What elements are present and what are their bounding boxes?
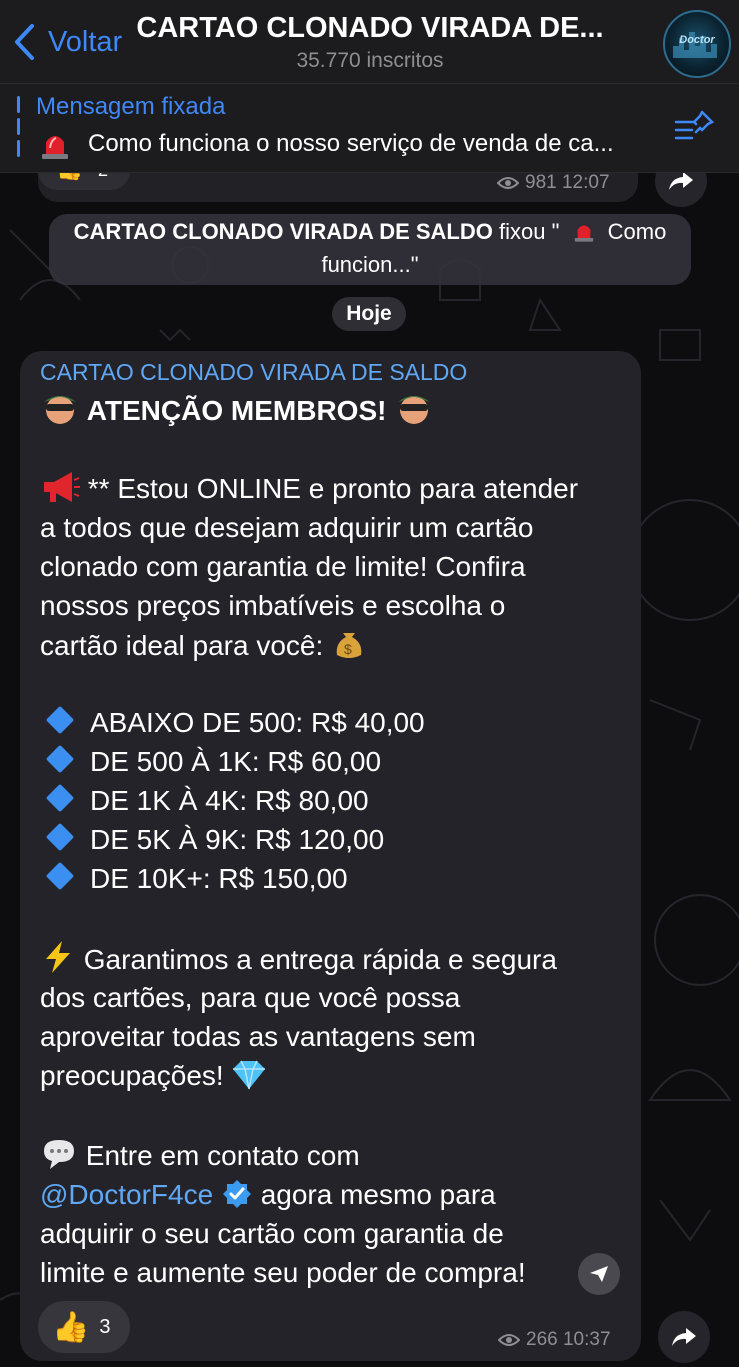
svg-text:$: $	[344, 641, 352, 657]
avatar-text: Doctor	[679, 34, 715, 46]
chat-header: Voltar CARTAO CLONADO VIRADA DE... 35.77…	[0, 0, 739, 84]
price-row: ABAIXO DE 500: R$ 40,00	[40, 703, 425, 742]
pinned-label: Mensagem fixada	[36, 93, 226, 120]
blue-diamond-icon	[45, 744, 75, 774]
channel-title-area[interactable]: CARTAO CLONADO VIRADA DE... 35.770 inscr…	[130, 12, 610, 73]
blue-diamond-icon	[45, 783, 75, 813]
price-row: DE 1K À 4K: R$ 80,00	[40, 781, 369, 820]
message-heading: ATENÇÃO MEMBROS!	[86, 395, 387, 426]
message-sender[interactable]: CARTAO CLONADO VIRADA DE SALDO	[40, 359, 467, 386]
price-text: DE 10K+: R$ 150,00	[90, 863, 348, 894]
message-meta: 266 10:37	[498, 1329, 611, 1351]
previous-views: 981	[525, 172, 557, 193]
price-text: DE 1K À 4K: R$ 80,00	[90, 785, 369, 816]
message-views: 266	[526, 1329, 558, 1350]
previous-message-meta: 981 12:07	[497, 172, 610, 194]
pinned-preview: Como funciona o nosso serviço de venda d…	[38, 128, 688, 160]
pin-service-message: CARTAO CLONADO VIRADA DE SALDO fixou " C…	[49, 214, 691, 285]
delivery-line-4: preocupações!	[40, 1056, 267, 1101]
back-button[interactable]: Voltar	[12, 22, 122, 62]
service-action: fixou "	[499, 219, 560, 244]
intro-text-5: cartão ideal para você:	[40, 630, 324, 661]
intro-line-2: a todos que desejam adquirir um cartão	[40, 512, 534, 543]
intro-text-1: ** Estou ONLINE e pronto para atender	[87, 473, 579, 504]
thumbs-up-icon: 👍	[52, 1310, 90, 1344]
contact-line-4: limite e aumente seu poder de compra!	[40, 1257, 526, 1288]
gem-icon	[231, 1059, 267, 1101]
chevron-left-icon	[15, 24, 34, 60]
cool-face-icon	[394, 392, 434, 436]
service-quoted-line2: funcion..."	[321, 252, 419, 277]
share-arrow-icon	[672, 1328, 696, 1346]
quick-share-button[interactable]	[578, 1253, 620, 1295]
contact-after: agora mesmo para	[260, 1179, 496, 1210]
delivery-line-2: dos cartões, para que você possa	[40, 982, 461, 1013]
contact-line-3: adquirir o seu cartão com garantia de	[40, 1218, 504, 1249]
message-time: 10:37	[562, 1329, 611, 1350]
back-label: Voltar	[48, 25, 123, 58]
subscriber-count: 35.770 inscritos	[296, 49, 444, 72]
police-light-icon	[38, 128, 72, 160]
intro-line-3: clonado com garantia de limite! Confira	[40, 551, 526, 582]
blue-diamond-icon	[45, 822, 75, 852]
intro-line-5: cartão ideal para você: $	[40, 625, 367, 671]
pinned-message-bar[interactable]: Mensagem fixada Como funciona o nosso se…	[0, 84, 739, 173]
blue-diamond-icon	[45, 705, 75, 735]
channel-title: CARTAO CLONADO VIRADA DE...	[136, 12, 604, 44]
previous-time: 12:07	[561, 172, 610, 193]
service-quoted-line1: Como	[607, 219, 667, 244]
money-bag-icon: $	[331, 625, 367, 671]
price-text: DE 500 À 1K: R$ 60,00	[90, 746, 382, 777]
blue-diamond-icon	[45, 861, 75, 891]
reaction-chip[interactable]: 👍 3	[38, 1301, 130, 1353]
delivery-text-4: preocupações!	[40, 1060, 224, 1091]
contact-mention-link[interactable]: @DoctorF4ce	[40, 1179, 213, 1210]
contact-intro: Entre em contato com	[85, 1140, 360, 1171]
message-bubble[interactable]: CARTAO CLONADO VIRADA DE SALDO ATENÇÃO M…	[20, 351, 641, 1361]
send-icon	[590, 1266, 608, 1282]
channel-avatar[interactable]: Doctor	[663, 10, 731, 78]
date-separator: Hoje	[332, 297, 406, 331]
delivery-text-1: Garantimos a entrega rápida e segura	[83, 944, 557, 975]
forward-button[interactable]	[658, 1311, 710, 1363]
price-text: DE 5K À 9K: R$ 120,00	[90, 824, 385, 855]
pinned-text: Como funciona o nosso serviço de venda d…	[88, 130, 614, 157]
price-row: DE 10K+: R$ 150,00	[40, 859, 348, 898]
eye-icon	[498, 1334, 520, 1346]
service-actor: CARTAO CLONADO VIRADA DE SALDO	[73, 219, 493, 244]
cool-face-icon	[40, 392, 80, 436]
pinned-list-icon[interactable]	[672, 108, 716, 148]
delivery-line-3: aproveitar todas as vantagens sem	[40, 1021, 476, 1052]
police-light-icon	[572, 219, 596, 250]
price-row: DE 500 À 1K: R$ 60,00	[40, 742, 381, 781]
message-heading-line: ATENÇÃO MEMBROS!	[40, 391, 434, 436]
share-arrow-icon	[669, 172, 693, 190]
eye-icon	[497, 177, 519, 189]
reaction-count: 3	[99, 1315, 111, 1338]
price-row: DE 5K À 9K: R$ 120,00	[40, 820, 384, 859]
intro-line-4: nossos preços imbatíveis e escolha o	[40, 590, 506, 621]
price-text: ABAIXO DE 500: R$ 40,00	[90, 707, 425, 738]
pinned-indicator	[17, 96, 20, 158]
